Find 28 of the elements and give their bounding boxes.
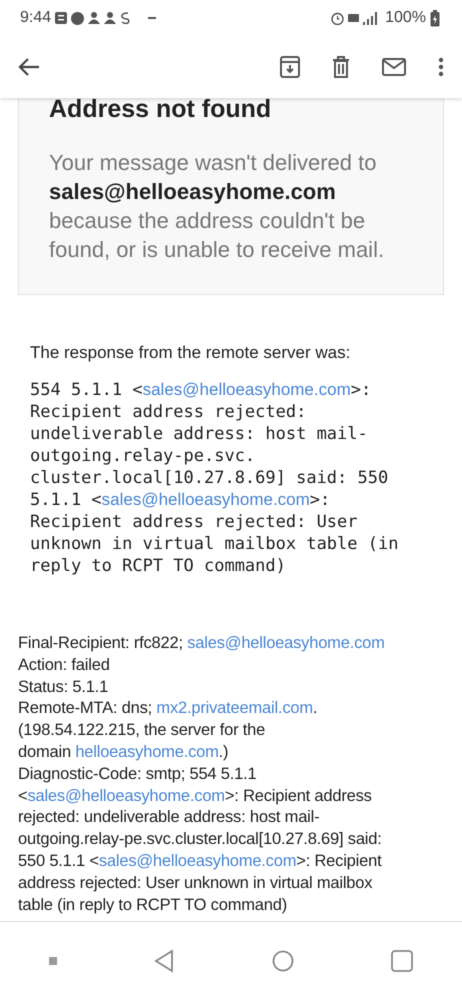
battery-level: 100% [385,9,426,27]
bounce-message: Your message wasn't delivered to sales@helloeasyhome.com because the address couldn't be found, or is unable to receive mail. [49,149,386,264]
address-link[interactable]: helloeasyhome.com [75,742,219,761]
signal-icon [363,12,378,24]
more-icon [438,57,444,77]
battery-icon [430,10,440,26]
trash-icon [332,56,350,78]
address-link[interactable]: sales@helloeasyhome.com [98,852,296,870]
address-link[interactable]: mx2.privateemail.com [156,699,313,718]
person-add-icon [104,12,116,24]
notes-icon [55,12,68,24]
server-response: 554 5.1.1 <sales@helloeasyhome.com>: Recipient address rejected: undeliverable address: host mail- outgoing.relay-pe.svc. cluster.local[10.27.8.69] said: 550 5.1.1 <sales@helloeasyhome.com>: Recipient address rejected: User unknown in virtual mailbox table (in reply to RCPT TO command) [30,379,400,577]
response-intro: The response from the remote server was: [30,343,352,363]
address-link[interactable]: sales@helloeasyhome.com [27,786,225,805]
email-link[interactable]: sales@helloeasyhome.com [102,490,310,509]
alarm-icon [331,12,344,24]
archive-icon [280,56,300,78]
address-link[interactable]: sales@helloeasyhome.com [187,634,385,652]
card-title: Address not found [49,98,272,120]
delivery-details: Final-Recipient: rfc822; sales@helloeasyhome.com Action: failed Status: 5.1.1 Remote-MTA: dns; mx2.privateemail.com. (198.54.122.215, the server for the domain helloeasyhome.com.) Diagnostic-Code: smtp; 554 5.1.1 <sales@helloeasyhome.com>: Recipient address rejected: undeliverable address: host mail- outgoing.relay-pe.svc.cluster.local[10.27.8.69] said: 550 5.1.1 <sales@helloeasyhome.com>: Recipient address rejected: User unknown in virtual mailbox table (in reply to RCPT TO command) [18,633,386,916]
envelope-icon [382,58,406,76]
email-link[interactable]: sales@helloeasyhome.com [142,380,351,399]
recents-square-icon [391,950,414,972]
home-circle-icon [272,950,294,972]
back-arrow-icon [18,57,40,77]
back-triangle-icon [154,949,174,973]
status-time: 9:44 [20,9,52,27]
person-add-icon [88,12,100,24]
